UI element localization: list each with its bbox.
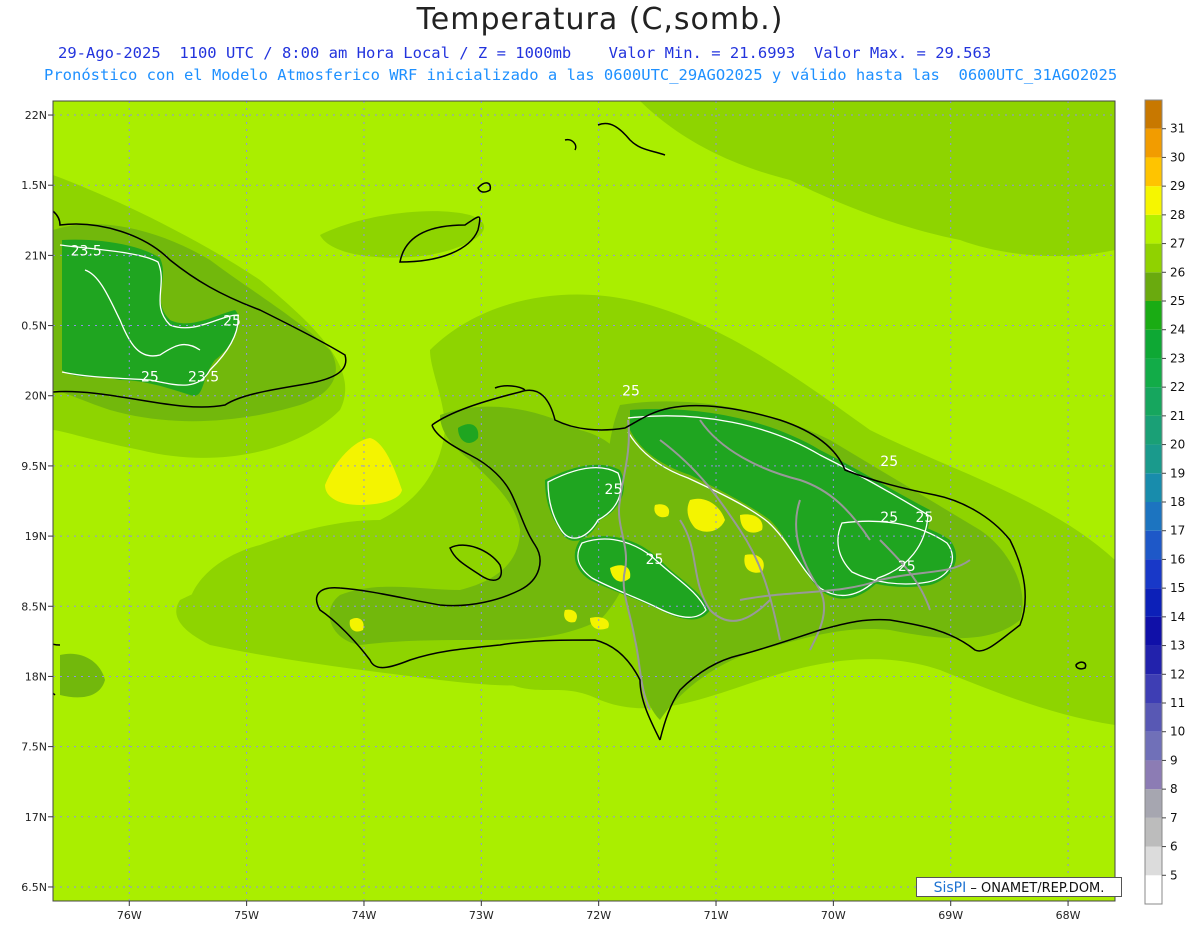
- colorbar-swatch: [1145, 473, 1162, 502]
- colorbar-swatch: [1145, 731, 1162, 761]
- colorbar-label: 31: [1170, 122, 1185, 136]
- colorbar-swatch: [1145, 760, 1162, 790]
- lat-label: 9.5N: [21, 460, 47, 473]
- colorbar-label: 23: [1170, 351, 1185, 365]
- lon-label: 72W: [586, 909, 611, 922]
- contour-value-label: 25: [880, 454, 898, 470]
- colorbar-label: 22: [1170, 380, 1185, 394]
- colorbar-label: 27: [1170, 237, 1185, 251]
- colorbar-swatch: [1145, 846, 1162, 876]
- lon-label: 69W: [938, 909, 963, 922]
- contour-value-label: 25: [646, 552, 664, 568]
- lat-label: 8.5N: [21, 600, 47, 613]
- colorbar-swatch: [1145, 530, 1162, 560]
- colorbar-swatch: [1145, 444, 1162, 474]
- colorbar-label: 21: [1170, 409, 1185, 423]
- lon-label: 68W: [1056, 909, 1081, 922]
- colorbar-swatch: [1145, 415, 1162, 445]
- colorbar-label: 7: [1170, 811, 1178, 825]
- colorbar-swatch: [1145, 128, 1162, 158]
- lat-label: 7.5N: [21, 741, 47, 754]
- colorbar-swatch: [1145, 616, 1162, 646]
- colorbar-label: 25: [1170, 294, 1185, 308]
- colorbar-swatch: [1145, 301, 1162, 330]
- colorbar-swatch: [1145, 243, 1162, 273]
- colorbar-label: 9: [1170, 753, 1178, 767]
- credit-badge: SisPI – ONAMET/REP.DOM.: [916, 877, 1122, 897]
- colorbar-swatch: [1145, 272, 1162, 301]
- lon-label: 73W: [469, 909, 494, 922]
- colorbar-swatch: [1145, 186, 1162, 215]
- colorbar-swatch: [1145, 645, 1162, 675]
- lon-label: 76W: [117, 909, 142, 922]
- colorbar-swatch: [1145, 157, 1162, 187]
- colorbar: 5 6 7 8 9 10 11 12 13 14 15 16 17 18 19 20 21 22 23 24 25 26 2…: [1144, 99, 1185, 905]
- colorbar-label: 5: [1170, 868, 1178, 882]
- lon-label: 75W: [234, 909, 259, 922]
- colorbar-label: 13: [1170, 639, 1185, 653]
- lon-label: 71W: [704, 909, 729, 922]
- contour-value-label: 25: [223, 314, 241, 330]
- lat-label: 21N: [25, 249, 47, 262]
- colorbar-swatch: [1145, 674, 1162, 703]
- colorbar-label: 19: [1170, 466, 1185, 480]
- contour-value-label: 25: [141, 370, 159, 386]
- colorbar-label: 30: [1170, 150, 1185, 164]
- colorbar-label: 8: [1170, 782, 1178, 796]
- colorbar-label: 28: [1170, 208, 1185, 222]
- colorbar-swatch: [1145, 789, 1162, 818]
- colorbar-label: 26: [1170, 265, 1185, 279]
- colorbar-label: 17: [1170, 524, 1185, 538]
- contour-value-label: 23.5: [71, 243, 102, 259]
- colorbar-swatch: [1145, 387, 1162, 416]
- colorbar-label: 24: [1170, 323, 1185, 337]
- credit-text: – ONAMET/REP.DOM.: [966, 881, 1105, 896]
- colorbar-swatch: [1145, 358, 1162, 388]
- colorbar-swatch: [1145, 329, 1162, 359]
- contour-value-label: 25: [916, 510, 934, 526]
- contour-value-label: 23.5: [188, 370, 219, 386]
- lat-label: 19N: [25, 530, 47, 543]
- contour-value-label: 25: [605, 482, 623, 498]
- colorbar-label: 20: [1170, 438, 1185, 452]
- colorbar-label: 12: [1170, 667, 1185, 681]
- colorbar-swatch: [1145, 817, 1162, 847]
- colorbar-swatch: [1145, 502, 1162, 531]
- temperature-map: 23.5 25 25 23.5 25 25 25 25 25 25 25 22N 1.5N 21N 0.5…: [21, 99, 1185, 922]
- contour-value-label: 25: [898, 559, 916, 575]
- colorbar-swatch: [1145, 100, 1162, 129]
- lat-label: 17N: [25, 811, 47, 824]
- colorbar-label: 11: [1170, 696, 1185, 710]
- colorbar-label: 10: [1170, 725, 1185, 739]
- lat-label: 1.5N: [21, 179, 47, 192]
- longitude-axis: 76W 75W 74W 73W 72W 71W 70W 69W 68W: [117, 901, 1081, 922]
- lon-label: 74W: [352, 909, 377, 922]
- colorbar-label: 14: [1170, 610, 1185, 624]
- colorbar-swatch: [1145, 559, 1162, 589]
- colorbar-label: 15: [1170, 581, 1185, 595]
- lat-label: 20N: [25, 390, 47, 403]
- credit-brand: SisPI: [933, 880, 967, 896]
- lat-label: 18N: [25, 670, 47, 683]
- lat-label: 22N: [25, 109, 47, 122]
- latitude-axis: 22N 1.5N 21N 0.5N 20N 9.5N 19N 8.5N 18N 7.5N 17N 6.…: [21, 109, 53, 894]
- colorbar-label: 29: [1170, 179, 1185, 193]
- colorbar-swatch: [1145, 875, 1162, 904]
- colorbar-label: 18: [1170, 495, 1185, 509]
- lon-label: 70W: [821, 909, 846, 922]
- lat-label: 0.5N: [21, 320, 47, 333]
- colorbar-label: 16: [1170, 552, 1185, 566]
- contour-value-label: 25: [622, 384, 640, 400]
- colorbar-swatch: [1145, 588, 1162, 617]
- lat-label: 6.5N: [21, 881, 47, 894]
- colorbar-label: 6: [1170, 840, 1178, 854]
- colorbar-swatch: [1145, 214, 1162, 244]
- contour-value-label: 25: [880, 510, 898, 526]
- colorbar-swatch: [1145, 703, 1162, 732]
